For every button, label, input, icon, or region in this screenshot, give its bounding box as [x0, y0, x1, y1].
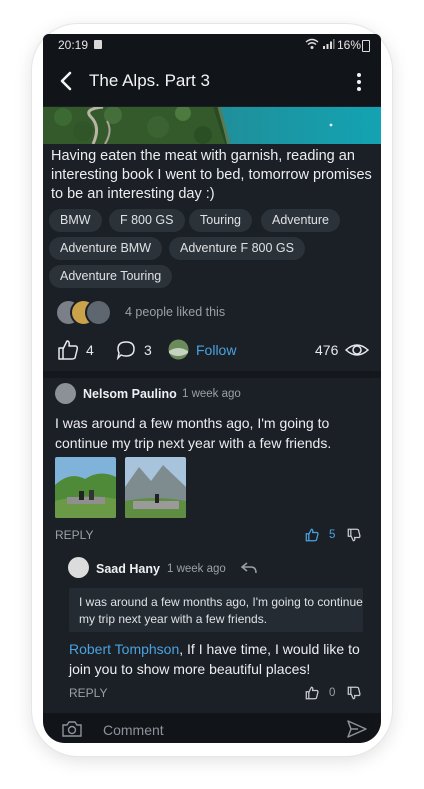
back-arrow-icon[interactable] [57, 70, 77, 92]
top-app-bar: The Alps. Part 3 [43, 56, 381, 106]
post-actions: 4 3 Follow 476 [43, 334, 381, 368]
battery-icon [362, 40, 370, 52]
tag-chip[interactable]: Adventure BMW [49, 237, 163, 260]
signal-icon [323, 39, 335, 49]
tag-chip[interactable]: Adventure F 800 GS [169, 237, 305, 260]
tag-chip[interactable]: Adventure Touring [49, 265, 173, 288]
section-divider [43, 371, 381, 378]
quoted-comment: I was around a few months ago, I'm going… [69, 588, 363, 632]
app-screen: 20:19 16% The Alps. Part 3 Having eaten … [43, 34, 381, 743]
downvote-icon[interactable] [347, 528, 361, 542]
avatar[interactable] [68, 557, 89, 578]
comment-photo[interactable] [55, 457, 116, 518]
avatar [85, 299, 112, 326]
reply-text: Robert Tomphson, If I have time, I would… [69, 639, 369, 679]
reply-button[interactable]: REPLY [55, 528, 93, 542]
comment-bar [43, 713, 381, 743]
more-options-icon[interactable] [353, 72, 365, 92]
views-count: 476 [315, 342, 339, 358]
eye-icon [345, 344, 369, 356]
comment-icon[interactable] [115, 339, 137, 361]
send-icon[interactable] [346, 719, 368, 739]
reply-like-count: 0 [329, 687, 336, 699]
like-icon[interactable] [57, 339, 79, 361]
tag-chip[interactable]: F 800 GS [109, 209, 185, 232]
author-avatar-icon[interactable] [168, 339, 189, 360]
follow-button[interactable]: Follow [196, 342, 236, 358]
comment-like-count: 5 [329, 529, 336, 541]
status-time: 20:19 [58, 38, 89, 52]
tag-chip[interactable]: BMW [49, 209, 102, 232]
likers-avatars[interactable] [55, 299, 115, 326]
comment-photo[interactable] [125, 457, 186, 518]
reply-arrow-icon[interactable] [240, 562, 258, 574]
post-photo[interactable] [43, 107, 381, 144]
upvote-icon[interactable] [305, 686, 319, 700]
wifi-icon [305, 38, 319, 49]
reply-author[interactable]: Saad Hany [96, 562, 160, 576]
like-count: 4 [86, 342, 94, 358]
upvote-icon[interactable] [305, 528, 319, 542]
comment-time: 1 week ago [182, 388, 241, 400]
user-mention[interactable]: Robert Tomphson [69, 641, 179, 657]
page-title: The Alps. Part 3 [89, 71, 210, 90]
reply-time: 1 week ago [167, 563, 226, 575]
downvote-icon[interactable] [347, 686, 361, 700]
battery-level: 16% [337, 38, 362, 52]
notification-icon [94, 40, 102, 49]
tag-chip[interactable]: Touring [189, 209, 252, 232]
avatar[interactable] [55, 383, 76, 404]
comment-input[interactable] [101, 719, 325, 741]
status-bar: 20:19 16% [43, 34, 381, 56]
post-description: Having eaten the meat with garnish, read… [51, 148, 372, 202]
likes-summary[interactable]: 4 people liked this [125, 305, 225, 319]
comment-author[interactable]: Nelsom Paulino [83, 387, 177, 401]
reply-button[interactable]: REPLY [69, 686, 107, 700]
comment-text: I was around a few months ago, I'm going… [55, 415, 332, 451]
comment-count: 3 [144, 342, 152, 358]
tag-chip[interactable]: Adventure [261, 209, 340, 232]
camera-icon[interactable] [61, 720, 83, 738]
